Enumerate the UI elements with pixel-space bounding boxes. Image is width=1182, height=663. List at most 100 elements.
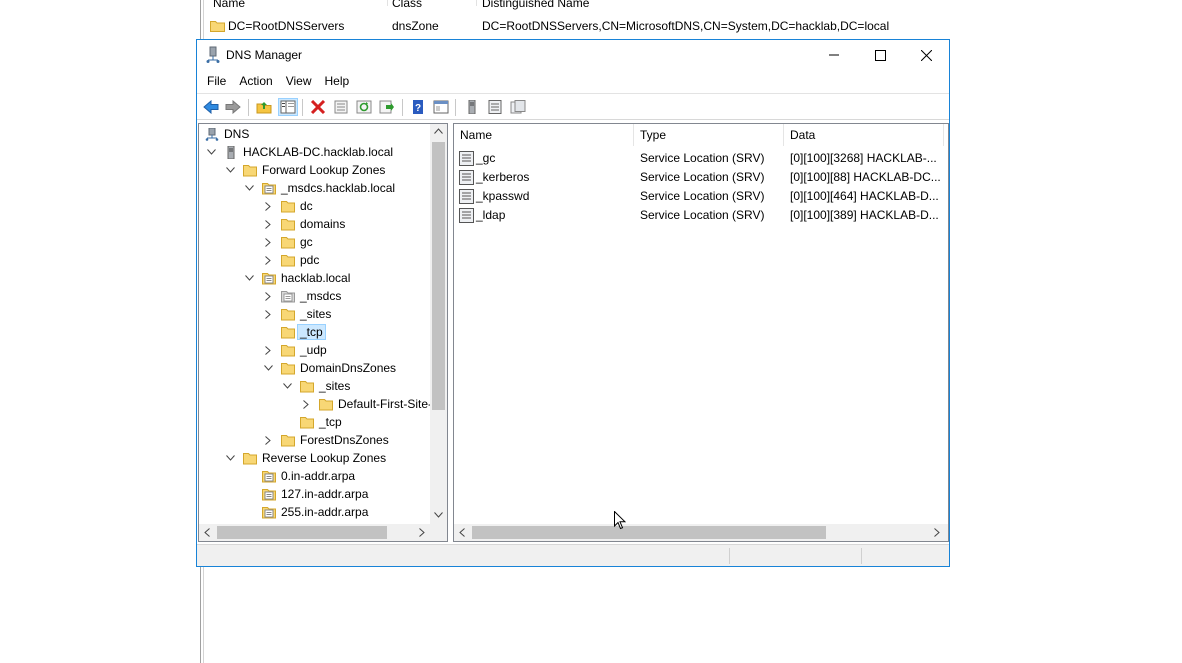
chevron-down-icon[interactable] (224, 164, 236, 176)
tree-item-reverse-127[interactable]: 127.in-addr.arpa (243, 485, 368, 503)
tree-pane[interactable]: DNS HACKLAB-DC.hacklab.local Forward Loo… (198, 123, 448, 542)
menu-help[interactable]: Help (320, 71, 355, 91)
tree-item-forward-lookup-zones[interactable]: Forward Lookup Zones (224, 161, 385, 179)
delete-button[interactable] (308, 98, 328, 116)
up-folder-button[interactable] (254, 98, 274, 116)
tree-item-msdcs-delegation[interactable]: _msdcs (262, 287, 341, 305)
scroll-right-icon[interactable] (419, 528, 425, 537)
chevron-right-icon[interactable] (262, 236, 274, 248)
tree-item-dc[interactable]: dc (262, 197, 313, 215)
tree-item-domains[interactable]: domains (262, 215, 345, 233)
column-header-type[interactable]: Type (634, 124, 784, 146)
menu-view[interactable]: View (281, 71, 317, 91)
scroll-left-icon[interactable] (459, 528, 465, 537)
chevron-down-icon[interactable] (243, 272, 255, 284)
forward-button[interactable] (223, 98, 243, 116)
tree-item-reverse-0[interactable]: 0.in-addr.arpa (243, 467, 355, 485)
tree-item-udp[interactable]: _udp (262, 341, 327, 359)
chevron-right-icon[interactable] (262, 344, 274, 356)
zone-icon (262, 506, 276, 518)
table-row[interactable]: _gc Service Location (SRV) [0][100][3268… (454, 149, 948, 168)
chevron-down-icon[interactable] (262, 362, 274, 374)
tree-horizontal-scrollbar[interactable] (199, 524, 447, 541)
tree-item-forestdnszones[interactable]: ForestDnsZones (262, 431, 389, 449)
chevron-down-icon[interactable] (281, 380, 293, 392)
chevron-down-icon[interactable] (224, 452, 236, 464)
console-button[interactable] (431, 98, 451, 116)
zone-icon (262, 272, 276, 284)
help-button[interactable]: ? (408, 98, 428, 116)
tree-item-gc[interactable]: gc (262, 233, 313, 251)
record-type: Service Location (SRV) (640, 151, 765, 165)
tree-item-tcp[interactable]: _tcp (262, 323, 326, 341)
scroll-right-icon[interactable] (934, 528, 940, 537)
server-button[interactable] (462, 98, 482, 116)
tree-item-server[interactable]: HACKLAB-DC.hacklab.local (205, 143, 393, 161)
tree-label-reverse-255: 255.in-addr.arpa (281, 505, 369, 519)
properties-button[interactable] (331, 98, 351, 116)
detail-pane[interactable]: Name Type Data _gc Service Location (SRV… (453, 123, 949, 542)
tree-item-reverse-lookup-zones[interactable]: Reverse Lookup Zones (224, 449, 386, 467)
tree-item-msdcs-zone[interactable]: _msdcs.hacklab.local (243, 179, 395, 197)
refresh-button[interactable] (354, 98, 374, 116)
column-header-name[interactable]: Name (454, 124, 634, 146)
bg-col-name[interactable]: Name (213, 0, 245, 10)
close-button[interactable] (903, 40, 949, 70)
chevron-right-icon[interactable] (262, 254, 274, 266)
menu-action[interactable]: Action (234, 71, 277, 91)
tree-item-sites[interactable]: _sites (262, 305, 331, 323)
tree-item-domaindns-tcp[interactable]: _tcp (281, 413, 342, 431)
table-row[interactable]: _kpasswd Service Location (SRV) [0][100]… (454, 187, 948, 206)
bg-col-dn[interactable]: Distinguished Name (482, 0, 589, 10)
zone-icon (510, 100, 526, 114)
tree-label-server: HACKLAB-DC.hacklab.local (243, 145, 394, 159)
table-row[interactable]: _kerberos Service Location (SRV) [0][100… (454, 168, 948, 187)
detail-horizontal-scrollbar[interactable] (454, 524, 948, 541)
tree-item-hacklab-zone[interactable]: hacklab.local (243, 269, 350, 287)
tree-vertical-scroll-thumb[interactable] (432, 142, 445, 410)
title-bar[interactable]: DNS Manager (197, 40, 949, 70)
record-list-button[interactable] (485, 98, 505, 116)
record-type: Service Location (SRV) (640, 189, 765, 203)
minimize-icon (829, 54, 839, 56)
scroll-up-icon[interactable] (434, 128, 443, 134)
tree-item-pdc[interactable]: pdc (262, 251, 319, 269)
tree-vertical-scrollbar[interactable] (430, 124, 447, 524)
record-type: Service Location (SRV) (640, 208, 765, 222)
folder-icon (281, 236, 295, 248)
folder-icon (300, 416, 314, 428)
mouse-cursor-icon (614, 511, 626, 530)
tree-item-domaindns-sites[interactable]: _sites (281, 377, 350, 395)
detail-horizontal-scroll-thumb[interactable] (472, 526, 826, 539)
maximize-button[interactable] (857, 40, 903, 70)
chevron-right-icon[interactable] (262, 200, 274, 212)
table-row[interactable]: _ldap Service Location (SRV) [0][100][38… (454, 206, 948, 225)
tree-item-dns[interactable]: DNS (205, 125, 249, 143)
chevron-down-icon[interactable] (243, 182, 255, 194)
show-hide-tree-button[interactable] (278, 98, 298, 116)
bg-col-class[interactable]: Class (392, 0, 422, 10)
chevron-down-icon[interactable] (205, 146, 217, 158)
tree-horizontal-scroll-thumb[interactable] (217, 526, 387, 539)
chevron-right-icon[interactable] (262, 290, 274, 302)
export-list-button[interactable] (377, 98, 397, 116)
chevron-right-icon[interactable] (262, 434, 274, 446)
chevron-right-icon[interactable] (262, 218, 274, 230)
record-type: Service Location (SRV) (640, 170, 765, 184)
menu-file[interactable]: File (202, 71, 231, 91)
dns-manager-window: DNS Manager File Action View Help ? DNS … (196, 39, 950, 567)
back-button[interactable] (201, 98, 221, 116)
tree-item-domaindnszones[interactable]: DomainDnsZones (262, 359, 396, 377)
tree-item-reverse-255[interactable]: 255.in-addr.arpa (243, 503, 368, 521)
window-title: DNS Manager (226, 48, 303, 62)
scroll-down-icon[interactable] (434, 512, 443, 518)
column-header-data[interactable]: Data (784, 124, 944, 146)
zone-button[interactable] (508, 98, 528, 116)
scroll-left-icon[interactable] (204, 528, 210, 537)
folder-icon (281, 362, 295, 374)
chevron-right-icon[interactable] (262, 308, 274, 320)
minimize-button[interactable] (811, 40, 857, 70)
tree-item-default-first-site[interactable]: Default-First-Site- (300, 395, 432, 413)
chevron-right-icon[interactable] (300, 398, 312, 410)
zone-icon (262, 488, 276, 500)
